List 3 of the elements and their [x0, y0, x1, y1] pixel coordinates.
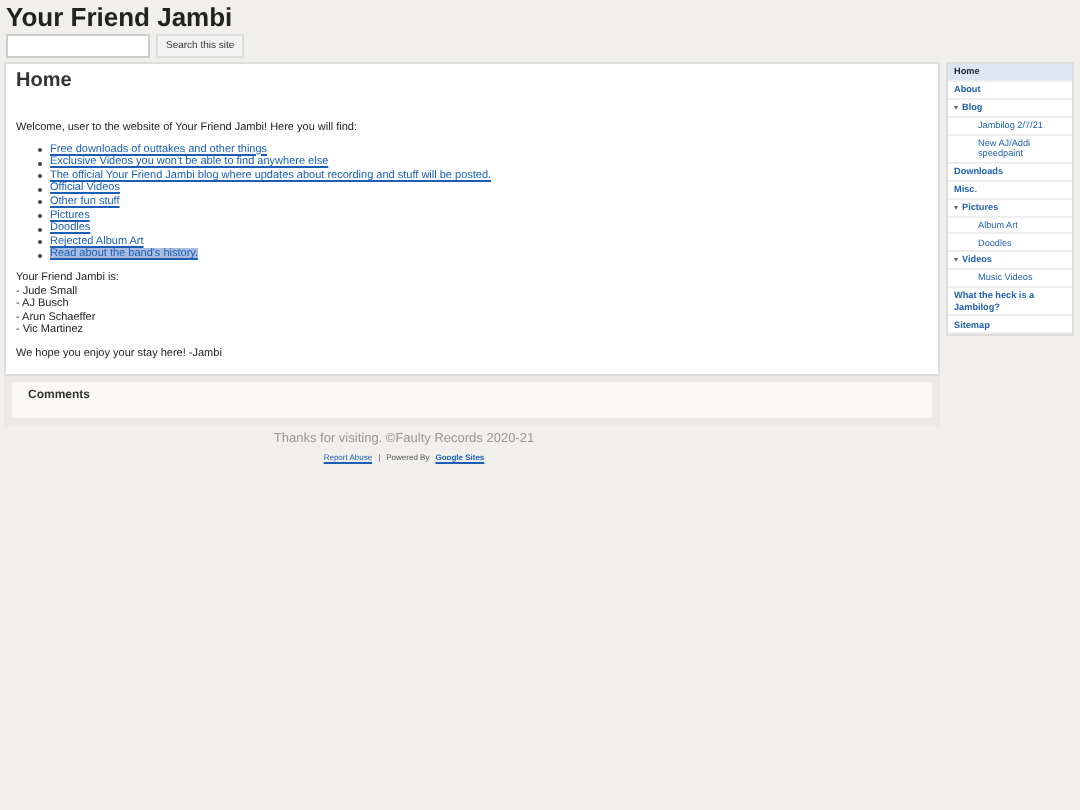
- page-title: Home: [16, 70, 74, 94]
- site-title: Your Friend Jambi: [6, 4, 235, 32]
- search-field[interactable]: [6, 34, 150, 58]
